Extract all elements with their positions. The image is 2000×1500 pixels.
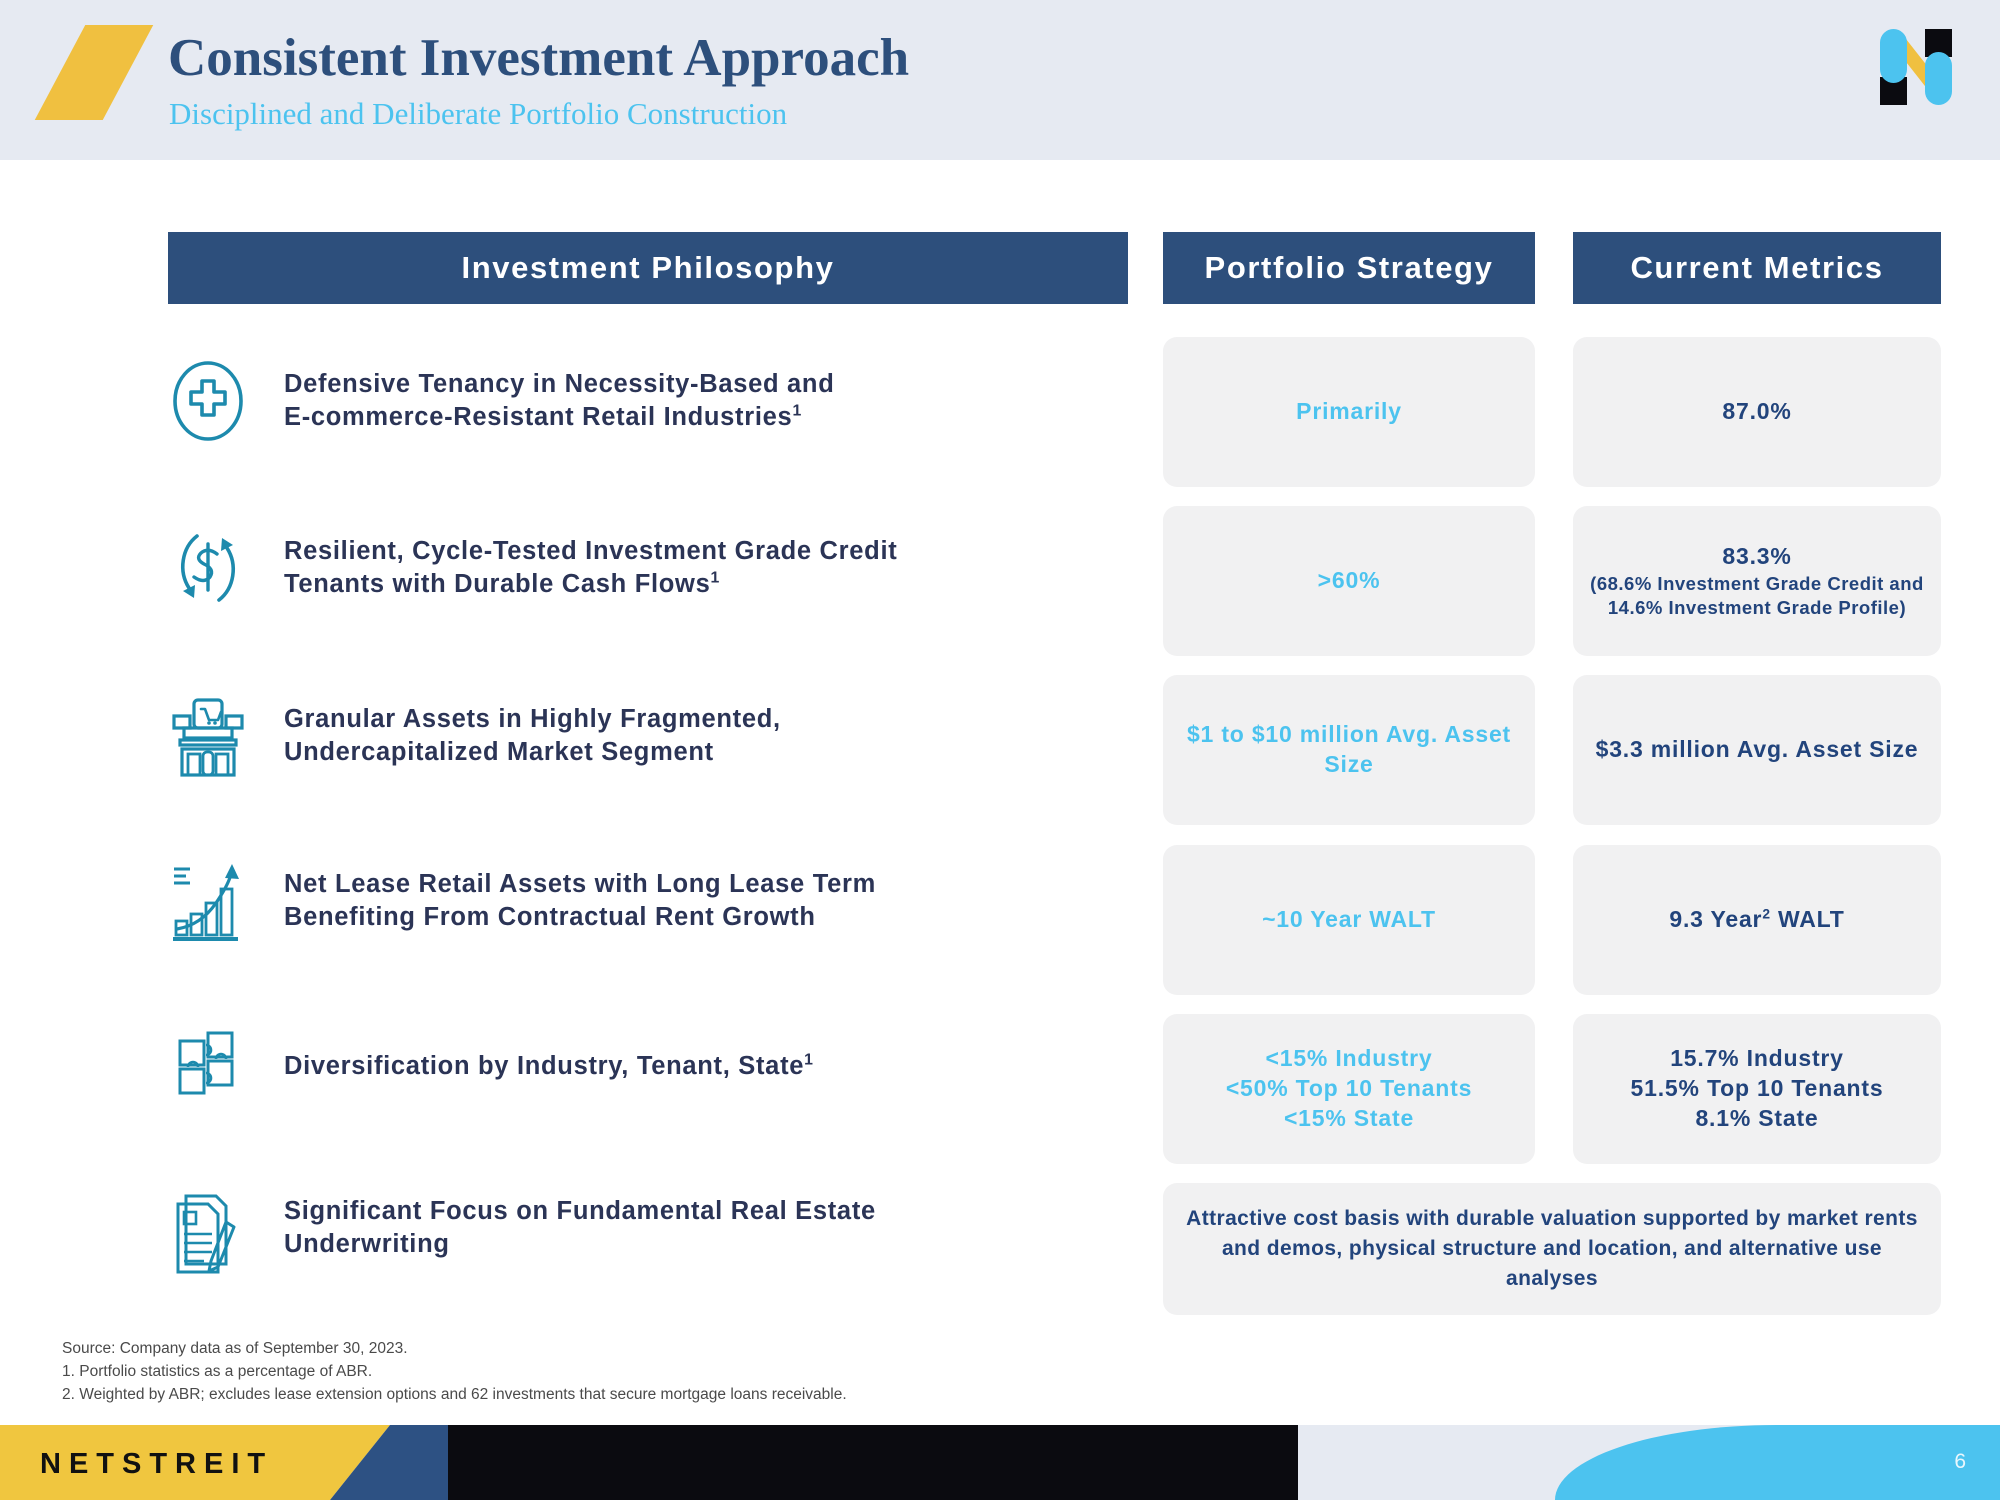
philosophy-row: Net Lease Retail Assets with Long Lease …: [160, 855, 1140, 947]
metric-value: 15.7% Industry 51.5% Top 10 Tenants 8.1% S…: [1630, 1045, 1884, 1131]
metric-detail: (68.6% Investment Grade Credit and 14.6%…: [1590, 572, 1924, 618]
column-header-investment-philosophy: Investment Philosophy: [168, 232, 1128, 304]
slide-root: Consistent Investment Approach Disciplin…: [0, 0, 2000, 1500]
page-subtitle: Disciplined and Deliberate Portfolio Con…: [169, 96, 788, 131]
philosophy-text: Granular Assets in Highly Fragmented, Un…: [284, 703, 781, 768]
philosophy-row: Diversification by Industry, Tenant, Sta…: [160, 1020, 1140, 1112]
philosophy-footnote-ref: 1: [804, 1051, 814, 1069]
philosophy-line-1: Net Lease Retail Assets with Long Lease …: [284, 870, 876, 899]
medical-cross-oval-icon: [160, 355, 256, 447]
philosophy-line-1: Granular Assets in Highly Fragmented,: [284, 705, 781, 734]
metrics-card: 87.0%: [1573, 337, 1941, 487]
footnotes: Source: Company data as of September 30,…: [62, 1338, 847, 1407]
metric-value: $3.3 million Avg. Asset Size: [1595, 736, 1919, 763]
metric-value: 9.3 Year2 WALT: [1669, 906, 1845, 933]
metric-value: 87.0%: [1722, 398, 1792, 425]
yellow-accent-shape: [34, 25, 154, 120]
strategy-value: $1 to $10 million Avg. Asset Size: [1186, 721, 1512, 777]
philosophy-row: Significant Focus on Fundamental Real Es…: [160, 1178, 1140, 1278]
spanning-summary-text: Attractive cost basis with durable valua…: [1186, 1207, 1918, 1290]
philosophy-line-2: Benefiting From Contractual Rent Growth: [284, 903, 816, 931]
philosophy-footnote-ref: 1: [710, 569, 720, 587]
philosophy-line-1: Diversification by Industry, Tenant, Sta…: [284, 1051, 805, 1080]
philosophy-row: Granular Assets in Highly Fragmented, Un…: [160, 690, 1140, 782]
philosophy-line-1: Resilient, Cycle-Tested Investment Grade…: [284, 537, 898, 566]
metrics-card: 9.3 Year2 WALT: [1573, 845, 1941, 995]
netstreit-wordmark: NETSTREIT: [40, 1448, 274, 1480]
metric-value: 83.3%: [1722, 542, 1792, 569]
metrics-card: 15.7% Industry 51.5% Top 10 Tenants 8.1% S…: [1573, 1014, 1941, 1164]
document-pen-underwriting-icon: [160, 1182, 256, 1274]
strategy-card: ~10 Year WALT: [1163, 845, 1535, 995]
footnote-2: 2. Weighted by ABR; excludes lease exten…: [62, 1385, 847, 1403]
page-title: Consistent Investment Approach: [168, 29, 910, 87]
philosophy-line-2: Tenants with Durable Cash Flows: [284, 570, 711, 598]
column-header-current-metrics: Current Metrics: [1573, 232, 1941, 304]
strategy-value: >60%: [1317, 567, 1381, 594]
storefront-shopping-cart-icon: [160, 690, 256, 782]
strategy-value: ~10 Year WALT: [1262, 906, 1436, 933]
philosophy-row: Resilient, Cycle-Tested Investment Grade…: [160, 522, 1140, 614]
philosophy-row: Defensive Tenancy in Necessity-Based and…: [160, 355, 1140, 447]
column-header-portfolio-strategy: Portfolio Strategy: [1163, 232, 1535, 304]
philosophy-text: Defensive Tenancy in Necessity-Based and…: [284, 368, 835, 433]
puzzle-pieces-icon: [160, 1020, 256, 1112]
page-number: 6: [1954, 1450, 1966, 1473]
strategy-value: <15% Industry <50% Top 10 Tenants <15% Sta…: [1225, 1045, 1473, 1131]
strategy-card: <15% Industry <50% Top 10 Tenants <15% Sta…: [1163, 1014, 1535, 1164]
philosophy-line-1: Significant Focus on Fundamental Real Es…: [284, 1197, 876, 1226]
philosophy-text: Significant Focus on Fundamental Real Es…: [284, 1195, 876, 1260]
metrics-card: 83.3% (68.6% Investment Grade Credit and…: [1573, 506, 1941, 656]
netstreit-n-logo: [1880, 29, 1952, 105]
philosophy-footnote-ref: 1: [792, 402, 802, 420]
footer-bar: NETSTREIT 6: [0, 1425, 2000, 1500]
footnote-source: Source: Company data as of September 30,…: [62, 1340, 408, 1357]
dollar-cycle-arrows-icon: [160, 522, 256, 614]
strategy-value: Primarily: [1296, 398, 1402, 425]
philosophy-text: Net Lease Retail Assets with Long Lease …: [284, 868, 876, 933]
philosophy-line-2: E-commerce-Resistant Retail Industries: [284, 403, 793, 431]
footnote-1: 1. Portfolio statistics as a percentage …: [62, 1362, 373, 1380]
philosophy-text: Resilient, Cycle-Tested Investment Grade…: [284, 535, 897, 600]
strategy-card: $1 to $10 million Avg. Asset Size: [1163, 675, 1535, 825]
philosophy-text: Diversification by Industry, Tenant, Sta…: [284, 1050, 814, 1083]
metrics-card: $3.3 million Avg. Asset Size: [1573, 675, 1941, 825]
strategy-card: Primarily: [1163, 337, 1535, 487]
header-band: Consistent Investment Approach Disciplin…: [0, 0, 2000, 160]
spanning-summary-card: Attractive cost basis with durable valua…: [1163, 1183, 1941, 1315]
philosophy-line-1: Defensive Tenancy in Necessity-Based and: [284, 370, 835, 399]
footer-black-shape: [448, 1425, 1298, 1500]
metric-footnote-ref: 2: [1762, 906, 1771, 922]
philosophy-line-2: Underwriting: [284, 1230, 450, 1258]
philosophy-line-2: Undercapitalized Market Segment: [284, 738, 714, 766]
strategy-card: >60%: [1163, 506, 1535, 656]
growth-bar-chart-arrow-icon: [160, 855, 256, 947]
